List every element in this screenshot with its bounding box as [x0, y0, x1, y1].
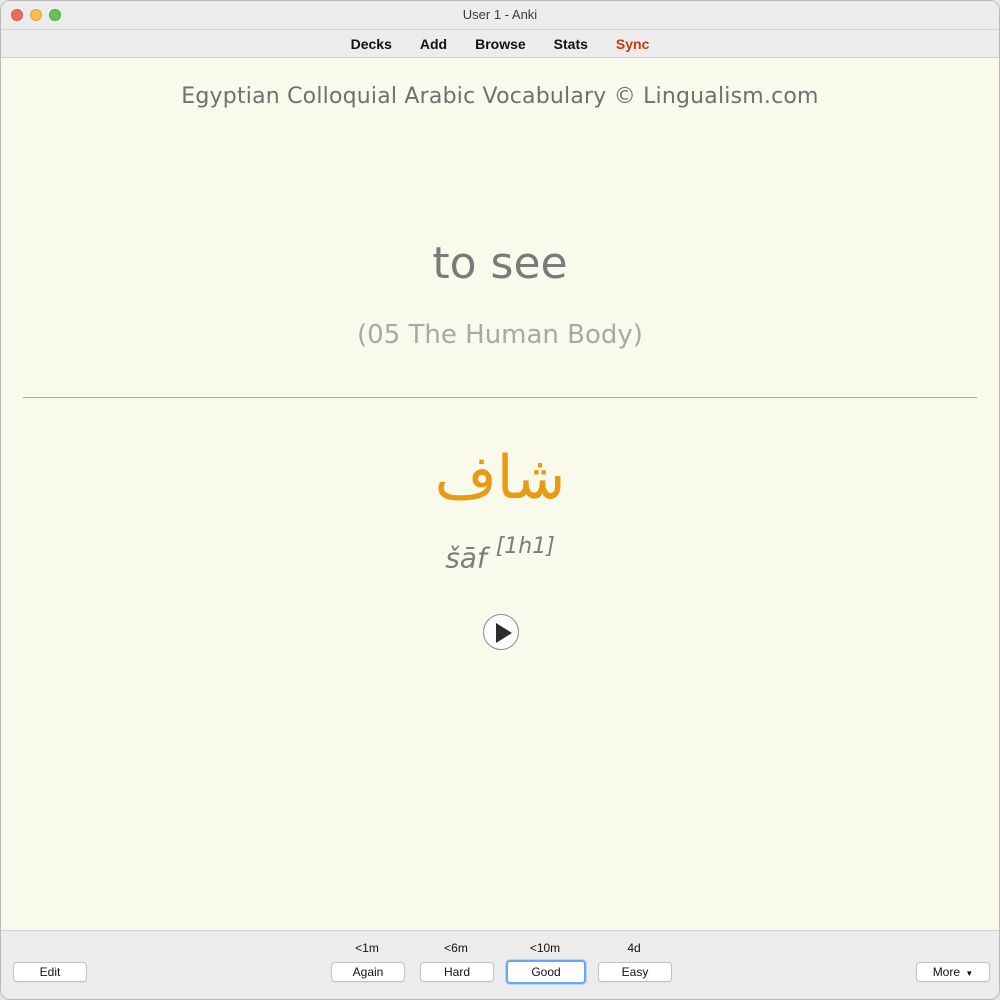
toolbar-add[interactable]: Add [406, 36, 461, 52]
hard-button[interactable]: Hard [420, 962, 494, 982]
toolbar-browse[interactable]: Browse [461, 36, 540, 52]
verb-class: [1h1] [495, 534, 555, 559]
toolbar-stats[interactable]: Stats [540, 36, 602, 52]
easy-interval: 4d [627, 941, 641, 955]
window-title: User 1 - Anki [462, 7, 538, 22]
hard-interval: <6m [444, 941, 468, 955]
easy-button[interactable]: Easy [598, 962, 672, 982]
card-front-word: to see [432, 238, 568, 289]
toolbar-decks[interactable]: Decks [337, 36, 406, 52]
card-arabic-word: شاف [434, 443, 566, 513]
edit-button[interactable]: Edit [13, 962, 87, 982]
more-label: More [932, 965, 961, 979]
play-audio-button[interactable] [483, 614, 519, 650]
answer-divider [23, 397, 977, 398]
good-interval: <10m [529, 941, 561, 955]
again-interval: <1m [355, 941, 379, 955]
card-category: (05 The Human Body) [357, 320, 643, 350]
toolbar-sync[interactable]: Sync [602, 36, 663, 52]
caret-down-icon: ▼ [965, 969, 974, 978]
anki-window: User 1 - Anki Decks Add Browse Stats Syn… [0, 0, 1000, 1000]
more-button[interactable]: More ▼ [916, 962, 990, 982]
title-bar: User 1 - Anki [1, 1, 999, 30]
play-icon [496, 623, 512, 643]
card-transliteration: šāf [1h1] [1, 534, 999, 575]
card-content: Egyptian Colloquial Arabic Vocabulary © … [1, 58, 999, 930]
answer-bar: Edit <1m Again <6m Hard <10m Good 4d Eas… [1, 930, 999, 999]
main-toolbar: Decks Add Browse Stats Sync [1, 30, 999, 58]
transliteration-text: šāf [445, 541, 487, 575]
again-button[interactable]: Again [331, 962, 405, 982]
deck-title: Egyptian Colloquial Arabic Vocabulary © … [181, 84, 819, 109]
good-button[interactable]: Good [506, 960, 586, 984]
